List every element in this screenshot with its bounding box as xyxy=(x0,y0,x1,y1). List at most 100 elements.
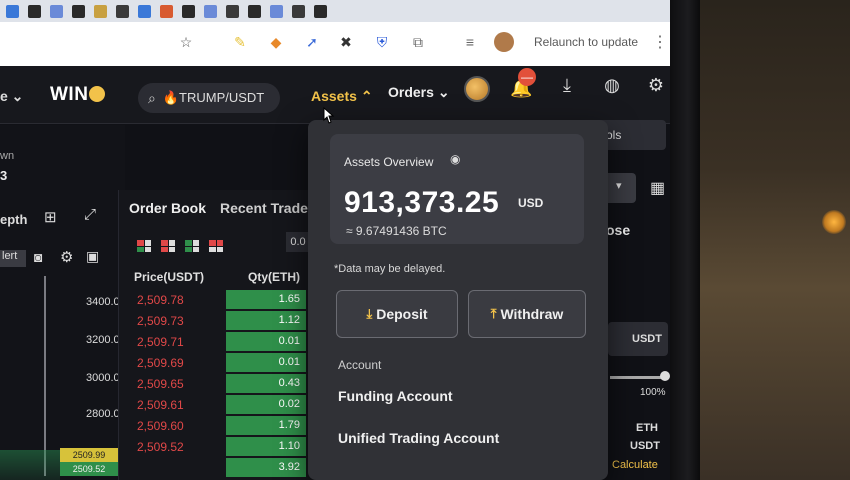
app-header: e ⌄ WIN ⌕ 🔥TRUMP/USDT Assets ⌃ Orders ⌄ … xyxy=(0,66,680,124)
size-slider[interactable] xyxy=(610,376,666,379)
browser-tab-strip xyxy=(0,0,680,22)
tab-favicon-icon[interactable] xyxy=(182,4,195,18)
chart-info-value: 3 xyxy=(0,168,8,183)
ask-qty: 1.65 xyxy=(278,293,300,305)
assets-overview-title: Assets Overview xyxy=(344,155,434,169)
browser-menu-icon[interactable]: ⋮ xyxy=(652,32,668,52)
eye-icon[interactable]: ◉ xyxy=(450,152,460,166)
settings-gear-icon[interactable]: ⚙ xyxy=(645,74,667,96)
order-book-row[interactable]: 2,509.65 0.43 xyxy=(134,374,334,394)
order-book-row[interactable]: 3.92 xyxy=(134,458,334,478)
order-book-row[interactable]: 2,509.73 1.12 xyxy=(134,311,334,331)
ask-price: 2,509.61 xyxy=(137,398,184,412)
total-assets-amount: 913,373.25 xyxy=(344,186,500,219)
mark-price-tag: 2509.52 xyxy=(60,462,118,476)
withdraw-label: Withdraw xyxy=(500,306,564,322)
tab-favicon-icon[interactable] xyxy=(72,4,85,18)
order-book-row[interactable]: 2,509.61 0.02 xyxy=(134,395,334,415)
tab-favicon-icon[interactable] xyxy=(94,4,107,18)
logo-coin-icon xyxy=(89,86,106,102)
ask-qty: 0.01 xyxy=(278,356,300,368)
tools-label: ols xyxy=(606,128,622,142)
extension-shield-icon[interactable]: ⛨ xyxy=(374,34,390,50)
tab-favicon-icon[interactable] xyxy=(116,4,129,18)
tab-favicon-icon[interactable] xyxy=(270,4,283,18)
nav-left-menu[interactable]: e ⌄ xyxy=(0,88,23,105)
currency-label: USDT xyxy=(632,333,662,345)
view-bids-icon[interactable] xyxy=(185,240,199,252)
tab-search-icon[interactable]: ≡ xyxy=(462,34,478,50)
user-avatar[interactable] xyxy=(464,76,490,102)
order-book-row[interactable]: 2,509.60 1.79 xyxy=(134,416,334,436)
globe-icon[interactable]: ◍ xyxy=(601,74,623,96)
tab-order-book[interactable]: Order Book xyxy=(129,200,206,216)
lamp-glow xyxy=(822,210,846,234)
tab-favicon-icon[interactable] xyxy=(138,4,151,18)
order-book-row[interactable]: 2,509.78 1.65 xyxy=(134,290,334,310)
deposit-button[interactable]: ⤓ Deposit xyxy=(336,290,458,338)
pair-search-input[interactable]: ⌕ 🔥TRUMP/USDT xyxy=(138,83,280,113)
order-book-row[interactable]: 2,509.69 0.01 xyxy=(134,353,334,373)
nav-assets[interactable]: Assets ⌃ xyxy=(311,88,373,105)
tab-depth[interactable]: epth xyxy=(0,212,27,227)
order-book-row[interactable]: 2,509.52 1.10 xyxy=(134,437,334,457)
tab-recent-trades[interactable]: Recent Trades xyxy=(220,200,316,216)
alert-button[interactable]: lert xyxy=(0,250,26,267)
monitor-bezel xyxy=(670,0,700,480)
tab-favicon-icon[interactable] xyxy=(28,4,41,18)
usdt-label: USDT xyxy=(630,440,660,452)
amount-input[interactable]: USDT xyxy=(608,322,668,356)
ask-qty: 0.43 xyxy=(278,377,300,389)
extension-cursor-icon[interactable]: ➚ xyxy=(304,34,320,50)
logo[interactable]: WIN xyxy=(50,84,106,106)
relaunch-update-button[interactable]: Relaunch to update xyxy=(534,35,638,49)
tab-favicon-icon[interactable] xyxy=(314,4,327,18)
camera-icon[interactable]: ◙ xyxy=(34,249,42,265)
view-both-icon[interactable] xyxy=(137,240,151,252)
price-step-select[interactable]: 0.0 xyxy=(286,232,310,252)
tab-favicon-icon[interactable] xyxy=(50,4,63,18)
browser-profile-avatar[interactable] xyxy=(494,32,514,52)
view-asks-icon[interactable] xyxy=(161,240,175,252)
bookmark-star-icon[interactable]: ☆ xyxy=(178,34,194,50)
chart-settings-icon[interactable]: ⚙ xyxy=(60,248,73,266)
monitor-screen: ☆ ✎ ◆ ➚ ✖ ⛨ ⧉ ≡ Relaunch to update ⋮ e ⌄… xyxy=(0,0,680,480)
nav-orders[interactable]: Orders ⌄ xyxy=(388,84,450,101)
ask-qty: 0.01 xyxy=(278,335,300,347)
ask-price: 2,509.78 xyxy=(137,293,184,307)
tab-favicon-icon[interactable] xyxy=(226,4,239,18)
size-slider-handle[interactable] xyxy=(660,371,670,381)
grid-layout-icon[interactable]: ⊞ xyxy=(44,208,57,226)
tab-favicon-icon[interactable] xyxy=(292,4,305,18)
extensions-puzzle-icon[interactable]: ⧉ xyxy=(410,34,426,50)
depth-chart-fill xyxy=(0,450,60,480)
tab-favicon-icon[interactable] xyxy=(248,4,261,18)
dropdown-select[interactable]: ▾ xyxy=(604,173,636,203)
calculator-icon[interactable]: ▦ xyxy=(650,178,665,198)
tab-favicon-icon[interactable] xyxy=(204,4,217,18)
download-arrow-icon: ⤓ xyxy=(366,306,373,321)
extension-fox-icon[interactable]: ◆ xyxy=(268,34,284,50)
order-book-row[interactable]: 2,509.71 0.01 xyxy=(134,332,334,352)
chevron-up-icon: ⌃ xyxy=(360,88,373,104)
fullscreen-icon[interactable]: ▣ xyxy=(86,248,99,265)
view-split-icon[interactable] xyxy=(209,240,223,252)
withdraw-button[interactable]: ⤒ Withdraw xyxy=(468,290,586,338)
search-icon: ⌕ xyxy=(148,89,156,106)
deposit-label: Deposit xyxy=(376,306,428,322)
expand-icon[interactable]: ⤢ xyxy=(84,206,96,223)
tab-favicon-icon[interactable] xyxy=(160,4,173,18)
extension-pencil-icon[interactable]: ✎ xyxy=(232,34,248,50)
column-header-price: Price(USDT) xyxy=(134,270,205,284)
calculate-link[interactable]: Calculate xyxy=(612,459,658,471)
download-icon[interactable]: ⤓ xyxy=(556,74,578,96)
menu-item-funding-account[interactable]: Funding Account xyxy=(338,388,453,404)
order-book-view-filters xyxy=(137,240,223,252)
ask-qty: 1.79 xyxy=(278,419,300,431)
menu-item-unified-trading-account[interactable]: Unified Trading Account xyxy=(338,430,499,446)
slider-percent-label: 100% xyxy=(640,387,666,398)
close-position-label: ose xyxy=(606,222,631,238)
tab-favicon-icon[interactable] xyxy=(6,4,19,18)
extension-x-icon[interactable]: ✖ xyxy=(338,34,354,50)
ask-price: 2,509.71 xyxy=(137,335,184,349)
